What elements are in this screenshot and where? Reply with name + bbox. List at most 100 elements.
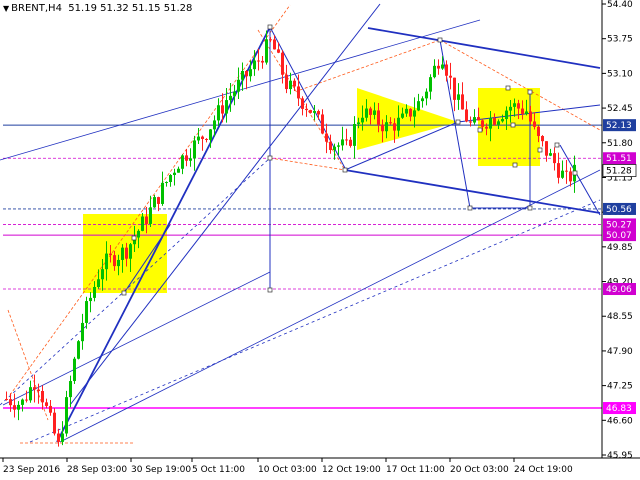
candle-body [17, 404, 20, 410]
candle-body [205, 138, 208, 140]
candle-body [373, 110, 376, 115]
candle-body [321, 114, 324, 134]
candle-body [241, 70, 244, 80]
fib-line [269, 157, 346, 171]
candle-body [21, 399, 24, 405]
swing-marker [437, 37, 443, 43]
price-tick-label: 49.85 [607, 243, 633, 253]
candle-body [53, 412, 56, 434]
candle-body [177, 168, 180, 173]
candle-body [9, 399, 12, 406]
candle-body [565, 170, 568, 172]
candle-body [69, 381, 72, 398]
candle-body [165, 182, 168, 184]
candle-body [249, 69, 252, 77]
candle-body [537, 126, 540, 137]
swing-marker [121, 290, 127, 296]
candle-body [361, 117, 364, 123]
candle-body [5, 398, 8, 400]
candle-body [265, 39, 268, 63]
candle-body [381, 124, 384, 132]
candle-body [97, 279, 100, 287]
candle-body [501, 119, 504, 122]
candle-body [441, 64, 444, 69]
candle-body [317, 111, 320, 115]
candle-body [145, 216, 148, 224]
candle-body [525, 111, 528, 114]
candle-body [209, 129, 212, 140]
candle-body [189, 158, 192, 161]
candle-body [213, 120, 216, 130]
candle-body [257, 60, 260, 62]
candle-body [365, 108, 368, 118]
price-level-label: 50.07 [606, 231, 632, 241]
candle-body [217, 105, 220, 121]
candle-body [313, 111, 316, 113]
candle-body [457, 94, 460, 100]
price-tick-label: 53.10 [607, 69, 633, 79]
price-level-label: 52.13 [606, 121, 632, 131]
candle-body [193, 140, 196, 159]
candle-body [173, 172, 176, 176]
candle-body [405, 108, 408, 114]
trend-line [69, 3, 381, 406]
price-level-label: 49.06 [606, 285, 632, 295]
candle-body [73, 358, 76, 382]
candle-body [185, 155, 188, 161]
price-tick-label: 48.55 [607, 312, 633, 322]
candle-body [105, 253, 108, 270]
candle-body [545, 141, 548, 156]
candle-body [161, 182, 164, 204]
candle-body [389, 122, 392, 124]
candle-body [329, 141, 332, 150]
candle-body [61, 433, 64, 442]
swing-marker [342, 167, 348, 173]
swing-marker [477, 127, 483, 133]
candle-body [481, 120, 484, 127]
candle-body [485, 126, 488, 129]
price-level-label: 51.51 [606, 154, 632, 164]
chart-area[interactable]: ▼ BRENT,H4 51.19 51.32 51.15 51.28 54.40 5… [0, 0, 640, 480]
candle-body [113, 255, 116, 267]
candle-body [325, 133, 328, 142]
price-tick-label: 46.60 [607, 416, 633, 426]
candle-body [497, 121, 500, 125]
candle-body [309, 110, 312, 113]
time-tick-label: 24 Oct 19:00 [514, 465, 573, 475]
time-tick-label: 5 Oct 11:00 [192, 465, 245, 475]
candle-body [125, 247, 128, 259]
price-level-label: 46.83 [606, 404, 632, 414]
candle-body [429, 77, 432, 92]
candle-body [353, 123, 356, 146]
candle-body [509, 106, 512, 111]
candle-body [65, 397, 68, 434]
candle-body [197, 136, 200, 141]
price-tick-label: 53.75 [607, 35, 633, 45]
candle-body [33, 387, 36, 390]
candle-body [505, 110, 508, 120]
candle-body [37, 389, 40, 392]
time-tick-label: 30 Sep 19:00 [131, 465, 191, 475]
candle-body [101, 269, 104, 280]
candle-body [81, 322, 84, 342]
candle-body [141, 216, 144, 231]
swing-marker [527, 89, 533, 95]
time-tick-label: 17 Oct 11:00 [386, 465, 445, 475]
time-tick-label: 23 Sep 2016 [3, 465, 60, 475]
candle-body [529, 111, 532, 122]
swing-marker [131, 235, 137, 241]
candle-body [517, 103, 520, 109]
candle-body [237, 79, 240, 92]
time-tick-label: 12 Oct 19:00 [322, 465, 381, 475]
swing-marker [512, 162, 518, 168]
price-chart[interactable]: 54.4053.7553.1052.4551.8051.1550.5049.85… [0, 0, 640, 480]
fib-line [299, 39, 441, 91]
candle-body [137, 230, 140, 238]
candle-body [221, 105, 224, 114]
candle-body [49, 405, 52, 413]
trend-line-dashed [0, 157, 271, 406]
candle-body [269, 39, 272, 41]
candle-body [489, 118, 492, 129]
candle-body [561, 170, 564, 178]
price-tick-label: 51.80 [607, 139, 633, 149]
